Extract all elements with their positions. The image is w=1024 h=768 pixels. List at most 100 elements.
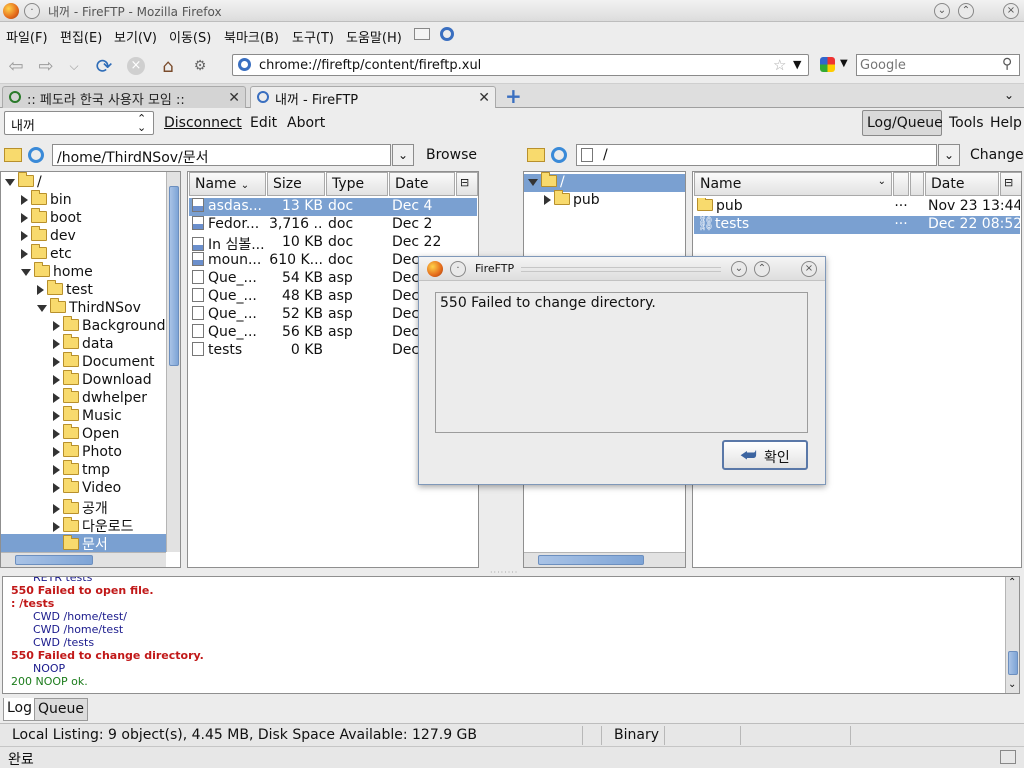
dialog-menu-icon[interactable]: · — [450, 261, 466, 277]
tree-node[interactable]: boot — [1, 208, 166, 228]
tools-menu[interactable]: Tools — [949, 115, 984, 131]
mail-icon[interactable] — [414, 28, 430, 40]
scroll-thumb[interactable] — [1008, 651, 1018, 675]
menu-tools[interactable]: 도구(T) — [292, 27, 334, 46]
collapse-arrow-icon[interactable] — [5, 178, 15, 186]
scroll-up-icon[interactable]: ⌃ — [1008, 577, 1016, 588]
url-dropdown-icon[interactable]: ▼ — [793, 58, 801, 71]
tree-node[interactable]: 다운로드 — [1, 516, 166, 535]
status-panel-icon[interactable] — [1000, 750, 1016, 764]
column-picker-icon[interactable]: ⊟ — [1000, 172, 1021, 196]
tree-node[interactable]: ThirdNSov — [1, 298, 166, 318]
tree-node[interactable]: data — [1, 334, 166, 354]
collapse-arrow-icon[interactable] — [37, 304, 47, 312]
minimize-button[interactable]: ⌄ — [934, 3, 950, 19]
search-engine-button[interactable]: ▼ — [818, 54, 854, 76]
expand-arrow-icon[interactable] — [53, 504, 60, 514]
col-date[interactable]: Date — [925, 172, 999, 196]
tab-queue[interactable]: Queue — [34, 698, 88, 721]
dialog-maximize-button[interactable]: ⌃ — [754, 261, 770, 277]
stop-button[interactable]: × — [124, 54, 148, 78]
close-tab-icon[interactable]: ✕ — [228, 90, 240, 106]
bookmark-star-icon[interactable]: ☆ — [773, 56, 786, 74]
tree-node[interactable]: etc — [1, 244, 166, 264]
col-date[interactable]: Date — [389, 172, 455, 196]
menu-edit[interactable]: 편집(E) — [60, 27, 102, 46]
expand-arrow-icon[interactable] — [53, 447, 60, 457]
remote-parent-folder-icon[interactable] — [527, 148, 545, 162]
account-select[interactable]: 내꺼 ⌃ ⌄ — [4, 111, 154, 135]
history-dropdown-icon[interactable]: ⌵ — [62, 54, 86, 78]
expand-arrow-icon[interactable] — [21, 213, 28, 223]
table-row[interactable]: ⛓tests ··· Dec 22 08:52 — [694, 216, 1020, 234]
col-size[interactable]: Size — [267, 172, 325, 196]
table-row[interactable]: asdas... 13 KB doc Dec 4 — [189, 198, 477, 216]
table-row[interactable]: pub ··· Nov 23 13:44 — [694, 198, 1020, 216]
collapse-arrow-icon[interactable] — [21, 268, 31, 276]
change-button[interactable]: Change — [970, 147, 1024, 163]
tab-fedora-korea[interactable]: :: 페도라 한국 사용자 모임 :: ✕ — [2, 86, 246, 108]
close-window-button[interactable]: × — [1003, 3, 1019, 19]
col-name[interactable]: Name ⌄ — [189, 172, 266, 196]
expand-arrow-icon[interactable] — [21, 249, 28, 259]
tree-node[interactable]: Download — [1, 370, 166, 390]
browse-button[interactable]: Browse — [426, 147, 477, 163]
expand-arrow-icon[interactable] — [53, 357, 60, 367]
tree-node[interactable]: Open — [1, 424, 166, 444]
transfer-mode[interactable]: Binary — [614, 727, 659, 743]
remote-tree-hscroll[interactable] — [524, 552, 685, 567]
local-path-input[interactable]: /home/ThirdNSov/문서 — [52, 144, 391, 166]
local-refresh-icon[interactable] — [28, 147, 44, 163]
tree-node[interactable]: Photo — [1, 442, 166, 462]
expand-arrow-icon[interactable] — [53, 465, 60, 475]
url-text[interactable]: chrome://fireftp/content/fireftp.xul — [259, 58, 481, 73]
scroll-down-icon[interactable]: ⌄ — [1008, 679, 1016, 690]
maximize-button[interactable]: ⌃ — [958, 3, 974, 19]
tree-node[interactable]: Music — [1, 406, 166, 426]
scroll-thumb[interactable] — [538, 555, 644, 565]
splitter-grip[interactable]: ········ — [490, 568, 534, 577]
disconnect-button[interactable]: Disconnect — [164, 115, 242, 131]
col-blank-2[interactable] — [910, 172, 924, 196]
extension-icon[interactable]: ⚙ — [188, 54, 212, 78]
col-name[interactable]: Name ⌄ — [694, 172, 892, 196]
local-parent-folder-icon[interactable] — [4, 148, 22, 162]
local-tree-vscroll[interactable] — [166, 172, 180, 552]
tree-node[interactable]: bin — [1, 190, 166, 210]
tree-node[interactable]: 공개 — [1, 498, 166, 517]
expand-arrow-icon[interactable] — [544, 195, 551, 205]
expand-arrow-icon[interactable] — [21, 231, 28, 241]
col-blank-1[interactable] — [893, 172, 909, 196]
column-picker-icon[interactable]: ⊟ — [456, 172, 478, 196]
remote-path-dropdown[interactable]: ⌄ — [938, 144, 960, 166]
abort-button[interactable]: Abort — [287, 115, 325, 131]
expand-arrow-icon[interactable] — [21, 195, 28, 205]
menu-bookmarks[interactable]: 북마크(B) — [224, 27, 279, 46]
expand-arrow-icon[interactable] — [53, 411, 60, 421]
tree-node[interactable]: home — [1, 262, 166, 282]
tree-node[interactable]: pub — [524, 190, 685, 210]
back-button[interactable]: ⇦ — [4, 54, 28, 78]
expand-arrow-icon[interactable] — [53, 522, 60, 532]
tree-node[interactable]: 문서 — [1, 534, 166, 553]
fireftp-icon[interactable] — [440, 27, 454, 41]
close-tab-icon[interactable]: ✕ — [478, 90, 490, 106]
expand-arrow-icon[interactable] — [53, 321, 60, 331]
remote-path-input[interactable]: / — [576, 144, 937, 166]
local-path-dropdown[interactable]: ⌄ — [392, 144, 414, 166]
tab-log[interactable]: Log — [3, 698, 37, 721]
log-vscroll[interactable]: ⌃ ⌄ — [1005, 577, 1019, 693]
menu-help[interactable]: 도움말(H) — [346, 27, 402, 46]
tree-node[interactable]: dev — [1, 226, 166, 246]
menu-go[interactable]: 이동(S) — [169, 27, 211, 46]
dialog-close-button[interactable]: × — [801, 261, 817, 277]
search-icon[interactable]: ⚲ — [1002, 56, 1012, 72]
tree-node[interactable]: Document — [1, 352, 166, 372]
expand-arrow-icon[interactable] — [53, 393, 60, 403]
menu-file[interactable]: 파일(F) — [6, 27, 48, 46]
tab-fireftp[interactable]: 내꺼 - FireFTP ✕ — [250, 86, 496, 108]
log-queue-toggle[interactable]: Log/Queue — [862, 110, 943, 136]
tree-node[interactable]: Video — [1, 478, 166, 498]
forward-button[interactable]: ⇨ — [34, 54, 58, 78]
remote-refresh-icon[interactable] — [551, 147, 567, 163]
